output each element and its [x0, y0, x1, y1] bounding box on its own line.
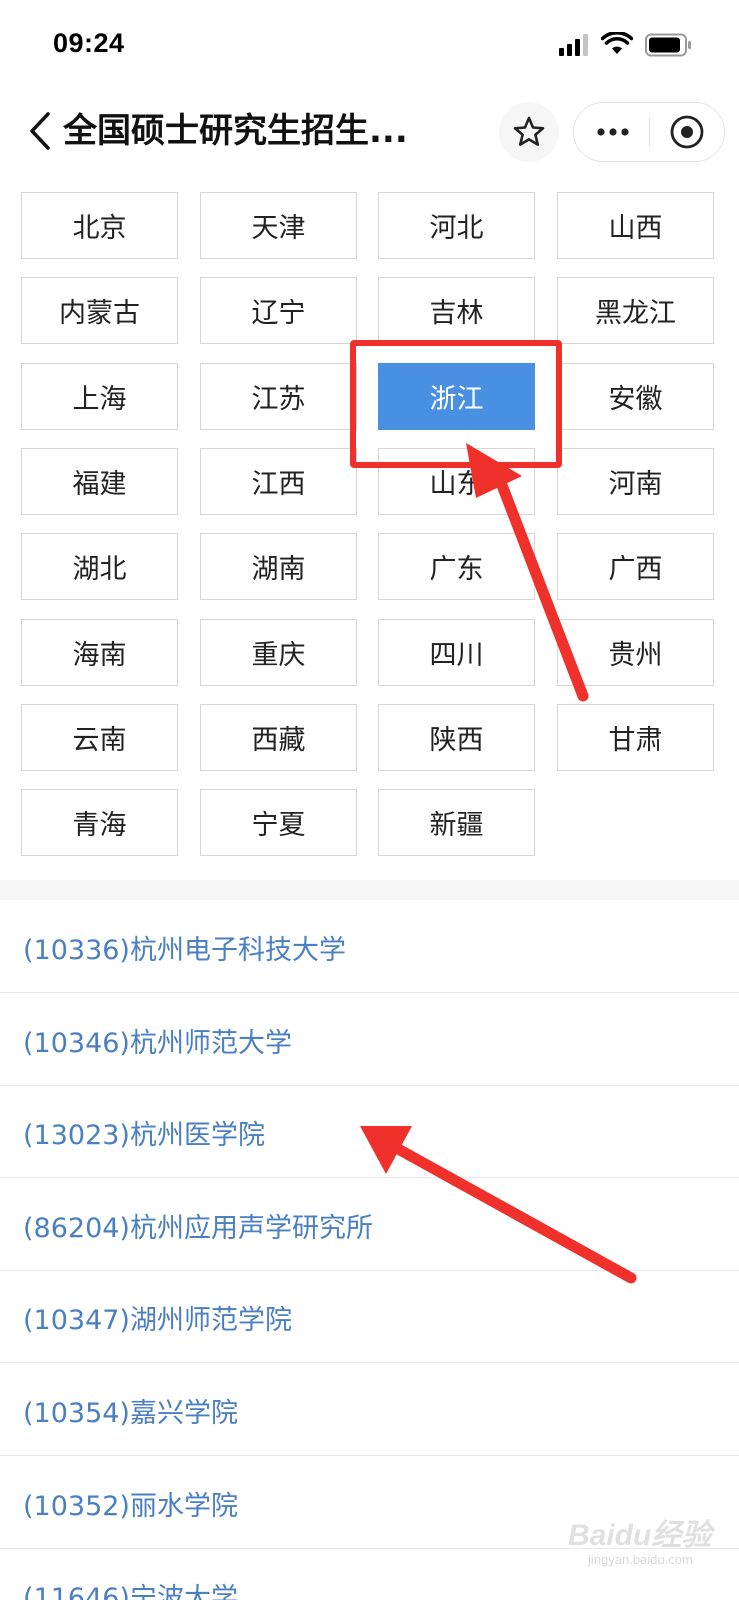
- university-list-item[interactable]: (10347)湖州师范学院: [0, 1270, 739, 1363]
- star-icon: [513, 116, 545, 146]
- province-button[interactable]: 北京: [21, 192, 178, 259]
- watermark-site: jingyan.baidu.com: [588, 1552, 693, 1567]
- province-button[interactable]: 云南: [21, 704, 178, 771]
- province-button[interactable]: 山东: [378, 448, 535, 515]
- province-button[interactable]: 内蒙古: [21, 277, 178, 344]
- province-button[interactable]: 陕西: [378, 704, 535, 771]
- university-name: (11646)宁波大学: [23, 1583, 238, 1600]
- wifi-icon: [601, 32, 633, 54]
- status-time: 09:24: [53, 28, 125, 58]
- more-button[interactable]: [574, 103, 650, 161]
- province-button[interactable]: 湖南: [200, 533, 357, 600]
- watermark: Baidu经验 jingyan.baidu.com: [568, 1510, 728, 1580]
- university-list-item[interactable]: (10336)杭州电子科技大学: [0, 900, 739, 993]
- province-button[interactable]: 四川: [378, 619, 535, 686]
- province-button[interactable]: 福建: [21, 448, 178, 515]
- target-circle-icon: [670, 115, 704, 149]
- province-button[interactable]: 安徽: [557, 363, 714, 430]
- province-button[interactable]: 河南: [557, 448, 714, 515]
- university-name: (86204)杭州应用声学研究所: [23, 1213, 373, 1244]
- province-button[interactable]: 新疆: [378, 789, 535, 856]
- university-name: (10346)杭州师范大学: [23, 1028, 292, 1059]
- university-list-item[interactable]: (13023)杭州医学院: [0, 1085, 739, 1178]
- mini-program-capsule: [573, 102, 725, 162]
- province-button[interactable]: 上海: [21, 363, 178, 430]
- status-bar: 09:24: [0, 0, 739, 95]
- province-button[interactable]: 海南: [21, 619, 178, 686]
- university-list-item[interactable]: (86204)杭州应用声学研究所: [0, 1178, 739, 1271]
- province-button[interactable]: 吉林: [378, 277, 535, 344]
- watermark-logo: Baidu经验: [568, 1519, 712, 1552]
- back-chevron-icon[interactable]: [26, 111, 56, 151]
- close-mini-program-button[interactable]: [650, 103, 726, 161]
- province-button[interactable]: 浙江: [378, 363, 535, 430]
- page-title: 全国硕士研究生招生...: [63, 111, 408, 151]
- university-name: (10336)杭州电子科技大学: [23, 935, 346, 966]
- university-list-item[interactable]: (10354)嘉兴学院: [0, 1363, 739, 1456]
- university-name: (10347)湖州师范学院: [23, 1305, 292, 1336]
- province-button[interactable]: 山西: [557, 192, 714, 259]
- province-button[interactable]: 贵州: [557, 619, 714, 686]
- more-dots-icon: [597, 128, 629, 136]
- university-name: (13023)杭州医学院: [23, 1120, 265, 1151]
- university-name: (10354)嘉兴学院: [23, 1398, 238, 1429]
- province-button[interactable]: 青海: [21, 789, 178, 856]
- province-button[interactable]: 甘肃: [557, 704, 714, 771]
- section-divider: [0, 880, 739, 900]
- province-button[interactable]: 江西: [200, 448, 357, 515]
- province-button[interactable]: 西藏: [200, 704, 357, 771]
- favorite-button[interactable]: [499, 102, 559, 162]
- province-button[interactable]: 广西: [557, 533, 714, 600]
- province-button[interactable]: 宁夏: [200, 789, 357, 856]
- screen: 09:24 全国硕士研究生招生... 北京 天津 河北 山西 内蒙古 辽宁 吉林…: [0, 0, 739, 1600]
- battery-icon: [645, 33, 691, 57]
- university-name: (10352)丽水学院: [23, 1491, 238, 1522]
- province-button[interactable]: 河北: [378, 192, 535, 259]
- province-button[interactable]: 重庆: [200, 619, 357, 686]
- nav-header: 全国硕士研究生招生...: [0, 95, 739, 170]
- province-button[interactable]: 辽宁: [200, 277, 357, 344]
- cellular-signal-icon: [559, 34, 588, 56]
- university-list-item[interactable]: (10346)杭州师范大学: [0, 993, 739, 1086]
- province-button[interactable]: 广东: [378, 533, 535, 600]
- province-button[interactable]: 江苏: [200, 363, 357, 430]
- province-button[interactable]: 天津: [200, 192, 357, 259]
- province-button[interactable]: 湖北: [21, 533, 178, 600]
- province-button[interactable]: 黑龙江: [557, 277, 714, 344]
